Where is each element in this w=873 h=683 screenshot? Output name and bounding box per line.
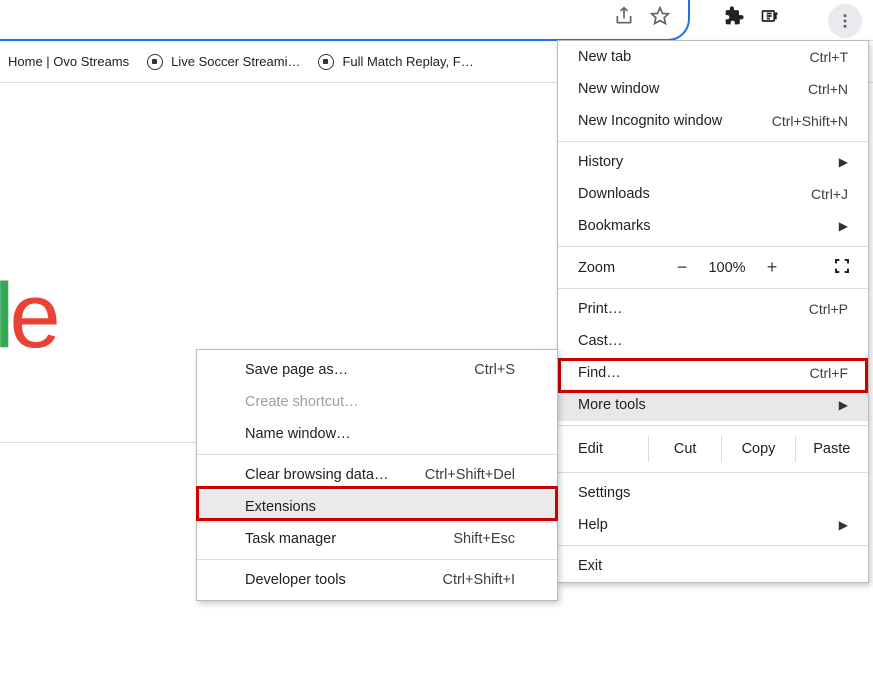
chevron-right-icon: ▶ [839, 398, 848, 412]
menu-more-tools[interactable]: More tools ▶ [558, 389, 868, 421]
menu-new-tab[interactable]: New tab Ctrl+T [558, 41, 868, 73]
menu-find[interactable]: Find… Ctrl+F [558, 357, 868, 389]
search-stub [0, 442, 196, 446]
zoom-out-button[interactable]: − [662, 257, 702, 278]
menu-exit[interactable]: Exit [558, 550, 868, 582]
google-logo-fragment: le [0, 264, 56, 369]
menu-print[interactable]: Print… Ctrl+P [558, 293, 868, 325]
submenu-clear-browsing-data[interactable]: Clear browsing data… Ctrl+Shift+Del [197, 459, 557, 491]
star-icon[interactable] [650, 6, 670, 31]
chevron-right-icon: ▶ [839, 155, 848, 169]
chevron-right-icon: ▶ [839, 219, 848, 233]
menu-zoom: Zoom − 100% + [558, 251, 868, 284]
menu-history[interactable]: History ▶ [558, 146, 868, 178]
chevron-right-icon: ▶ [839, 518, 848, 532]
submenu-extensions[interactable]: Extensions [197, 491, 557, 523]
menu-bookmarks[interactable]: Bookmarks ▶ [558, 210, 868, 242]
bookmark-label: Full Match Replay, F… [342, 54, 473, 69]
browser-toolbar [0, 0, 873, 41]
fullscreen-icon[interactable] [834, 258, 850, 278]
zoom-in-button[interactable]: + [752, 257, 792, 278]
submenu-developer-tools[interactable]: Developer tools Ctrl+Shift+I [197, 564, 557, 596]
address-bar[interactable] [0, 0, 690, 41]
zoom-percent: 100% [702, 260, 752, 276]
menu-cast[interactable]: Cast… [558, 325, 868, 357]
menu-settings[interactable]: Settings [558, 477, 868, 509]
menu-edit: Edit Cut Copy Paste [558, 430, 868, 468]
extensions-puzzle-icon[interactable] [724, 6, 744, 31]
menu-help[interactable]: Help ▶ [558, 509, 868, 541]
soccer-icon [147, 54, 163, 70]
menu-new-window[interactable]: New window Ctrl+N [558, 73, 868, 105]
bookmark-item[interactable]: Home | Ovo Streams [8, 54, 129, 69]
bookmark-label: Home | Ovo Streams [8, 54, 129, 69]
media-control-icon[interactable] [760, 6, 780, 31]
bookmark-label: Live Soccer Streami… [171, 54, 300, 69]
edit-paste-button[interactable]: Paste [795, 436, 868, 462]
submenu-name-window[interactable]: Name window… [197, 418, 557, 450]
chrome-main-menu: New tab Ctrl+T New window Ctrl+N New Inc… [557, 40, 869, 583]
menu-downloads[interactable]: Downloads Ctrl+J [558, 178, 868, 210]
more-menu-button[interactable] [828, 4, 862, 38]
bookmark-item[interactable]: Full Match Replay, F… [318, 54, 473, 70]
share-icon[interactable] [614, 6, 634, 31]
submenu-save-page-as[interactable]: Save page as… Ctrl+S [197, 354, 557, 386]
more-tools-submenu: Save page as… Ctrl+S Create shortcut… Na… [196, 349, 558, 601]
submenu-task-manager[interactable]: Task manager Shift+Esc [197, 523, 557, 555]
submenu-create-shortcut: Create shortcut… [197, 386, 557, 418]
bookmark-item[interactable]: Live Soccer Streami… [147, 54, 300, 70]
soccer-icon [318, 54, 334, 70]
edit-copy-button[interactable]: Copy [721, 436, 794, 462]
edit-cut-button[interactable]: Cut [648, 436, 721, 462]
menu-new-incognito[interactable]: New Incognito window Ctrl+Shift+N [558, 105, 868, 137]
